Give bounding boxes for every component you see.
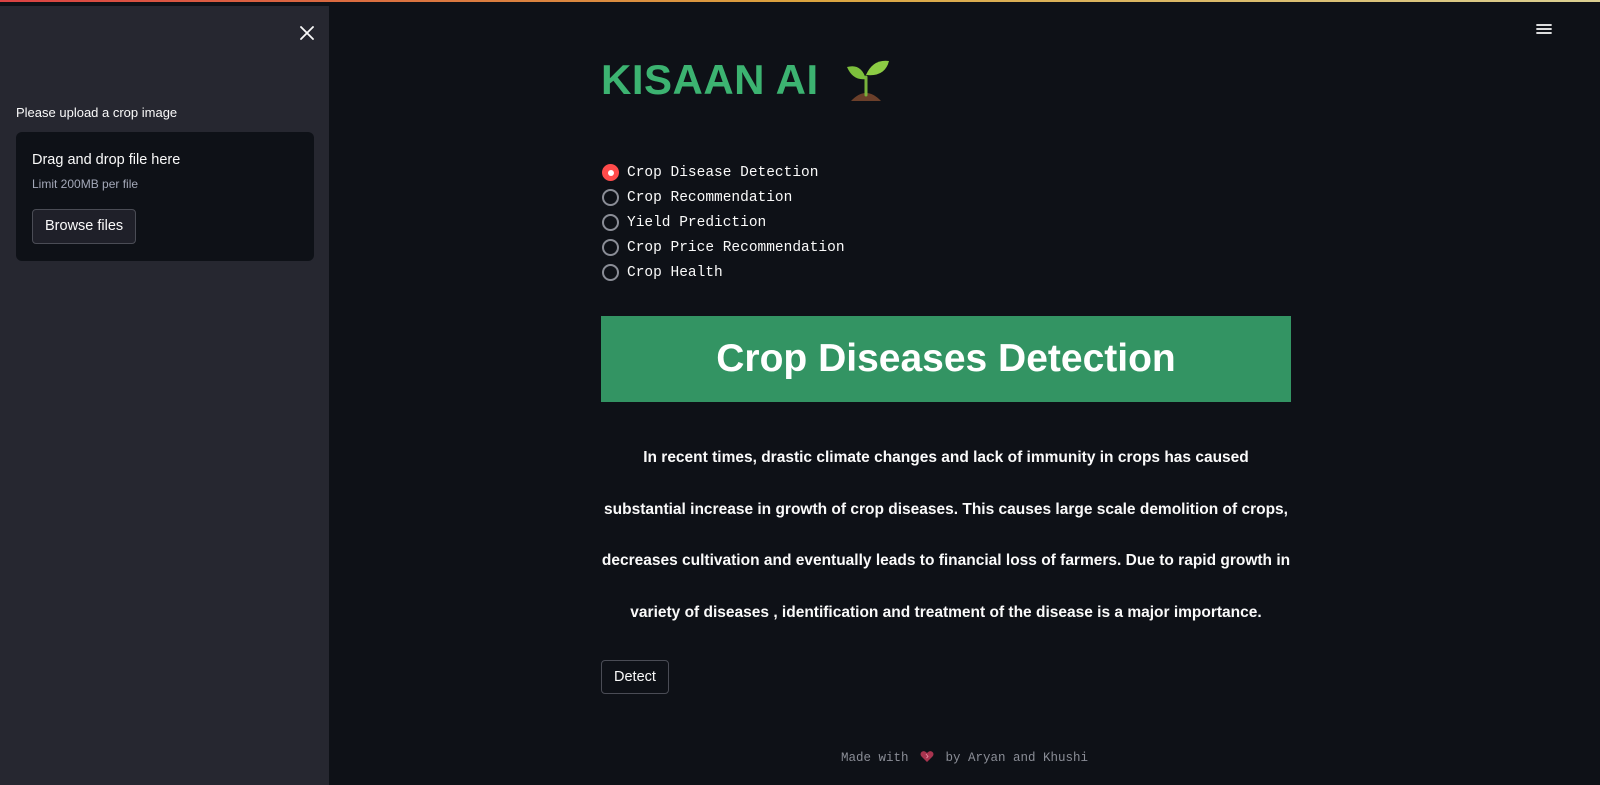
footer-prefix: Made with (840, 751, 909, 765)
radio-option-yield-prediction[interactable]: Yield Prediction (601, 210, 845, 235)
footer: Made with by Aryan and Khushi (329, 750, 1600, 765)
radio-option-crop-price-recommendation[interactable]: Crop Price Recommendation (601, 235, 845, 260)
section-banner: Crop Diseases Detection (601, 316, 1291, 402)
radio-option-crop-recommendation[interactable]: Crop Recommendation (601, 185, 845, 210)
banner-title: Crop Diseases Detection (716, 337, 1176, 380)
radio-option-crop-health[interactable]: Crop Health (601, 260, 845, 285)
dropzone-limit: Limit 200MB per file (32, 177, 139, 191)
radio-indicator (602, 239, 619, 256)
radio-label: Crop Health (627, 264, 723, 281)
radio-label: Crop Recommendation (627, 189, 793, 206)
app-title-text: KISAAN AI (601, 56, 819, 103)
description-text: In recent times, drastic climate changes… (601, 449, 1291, 621)
radio-label: Crop Disease Detection (627, 164, 819, 181)
close-icon (300, 26, 314, 40)
radio-label: Crop Price Recommendation (627, 239, 845, 256)
main-menu-button[interactable] (1535, 20, 1555, 40)
close-sidebar-button[interactable] (296, 22, 318, 44)
heart-icon (920, 751, 934, 762)
file-dropzone[interactable]: Drag and drop file here Limit 200MB per … (16, 132, 314, 261)
radio-indicator (602, 189, 619, 206)
hamburger-menu-icon (1536, 24, 1552, 34)
radio-indicator (602, 164, 619, 181)
footer-suffix: by Aryan and Khushi (945, 751, 1089, 765)
upload-label: Please upload a crop image (16, 105, 178, 120)
browse-files-button[interactable]: Browse files (32, 209, 137, 244)
detect-button[interactable]: Detect (601, 660, 669, 694)
feature-radio-group: Crop Disease Detection Crop Recommendati… (601, 160, 845, 285)
sidebar: Please upload a crop image Drag and drop… (0, 6, 329, 785)
radio-indicator (602, 264, 619, 281)
dropzone-title: Drag and drop file here (32, 152, 181, 168)
radio-indicator (602, 214, 619, 231)
seedling-icon (846, 60, 889, 101)
radio-option-crop-disease-detection[interactable]: Crop Disease Detection (601, 160, 845, 185)
app-title: KISAAN AI (601, 55, 891, 105)
radio-label: Yield Prediction (627, 214, 767, 231)
